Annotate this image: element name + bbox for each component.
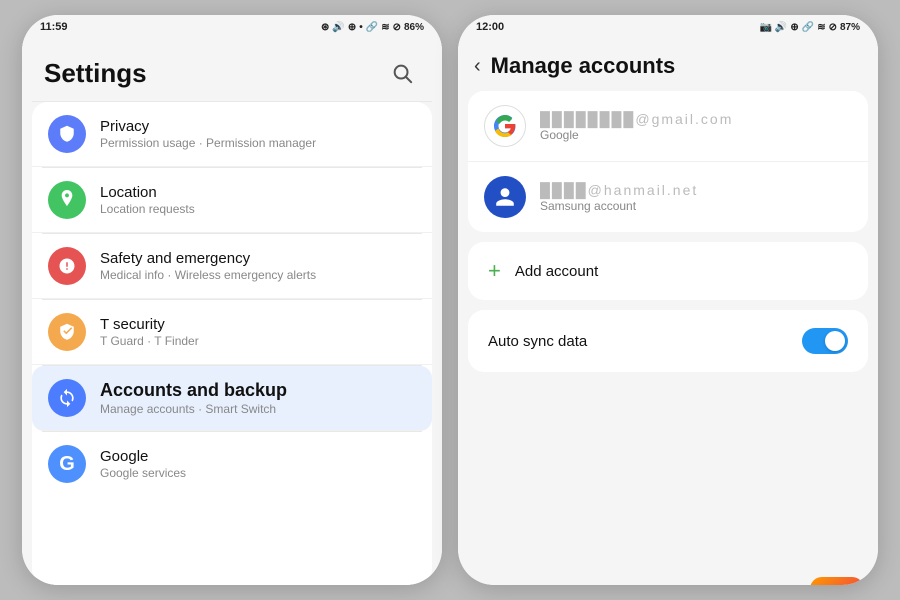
accounts-title: Accounts and backup — [100, 380, 416, 401]
samsung-avatar — [484, 176, 526, 218]
location-text: Location Location requests — [100, 184, 416, 216]
google-settings-icon: G — [48, 445, 86, 483]
settings-item-privacy[interactable]: Privacy Permission usage · Permission ma… — [32, 102, 432, 167]
auto-sync-row: Auto sync data — [468, 310, 868, 372]
plus-icon: + — [488, 258, 501, 284]
gmail-info: ████████@gmail.com Google — [540, 111, 852, 142]
safety-icon — [48, 247, 86, 285]
add-account-label: Add account — [515, 263, 598, 280]
auto-sync-label: Auto sync data — [488, 333, 587, 350]
accounts-icon — [48, 379, 86, 417]
back-button[interactable]: ‹ — [474, 55, 481, 78]
google-logo-icon — [493, 114, 517, 138]
tsecurity-subtitle: T Guard · T Finder — [100, 334, 416, 348]
manage-header: ‹ Manage accounts — [458, 37, 878, 91]
settings-title: Settings — [44, 58, 147, 89]
left-time: 11:59 — [40, 21, 68, 33]
tsecurity-text: T security T Guard · T Finder — [100, 316, 416, 348]
location-title: Location — [100, 184, 416, 201]
gmail-account-item[interactable]: ████████@gmail.com Google — [468, 91, 868, 162]
samsung-person-icon — [494, 186, 516, 208]
right-status-icons: 📷 🔊 ⊕ 🔗 ≋ ⊘ 87% — [759, 22, 860, 33]
settings-item-tsecurity[interactable]: T security T Guard · T Finder — [32, 300, 432, 365]
settings-item-safety[interactable]: Safety and emergency Medical info · Wire… — [32, 234, 432, 299]
privacy-subtitle: Permission usage · Permission manager — [100, 136, 416, 150]
left-status-bar: 11:59 ⊛ 🔊 ⊕ • 🔗 ≋ ⊘ 86% — [22, 15, 442, 37]
google-text: Google Google services — [100, 448, 416, 480]
location-subtitle: Location requests — [100, 202, 416, 216]
right-time: 12:00 — [476, 21, 504, 33]
search-icon — [391, 62, 413, 84]
manage-title: Manage accounts — [491, 53, 676, 79]
privacy-text: Privacy Permission usage · Permission ma… — [100, 118, 416, 150]
google-title: Google — [100, 448, 416, 465]
add-account-button[interactable]: + Add account — [468, 242, 868, 300]
safety-subtitle: Medical info · Wireless emergency alerts — [100, 268, 416, 282]
settings-header: Settings — [22, 37, 442, 101]
left-status-icons: ⊛ 🔊 ⊕ • 🔗 ≋ ⊘ 86% — [321, 22, 424, 33]
right-battery: 87% — [840, 22, 860, 33]
gmail-avatar — [484, 105, 526, 147]
manage-accounts-screen: ‹ Manage accounts ████████@g — [458, 37, 878, 585]
samsung-account-item[interactable]: ████@hanmail.net Samsung account — [468, 162, 868, 232]
auto-sync-toggle[interactable] — [802, 328, 848, 354]
right-phone: 12:00 📷 🔊 ⊕ 🔗 ≋ ⊘ 87% ‹ Manage accounts — [458, 15, 878, 585]
settings-item-google[interactable]: G Google Google services — [32, 432, 432, 496]
privacy-icon — [48, 115, 86, 153]
gmail-type: Google — [540, 128, 852, 142]
settings-screen: Settings Privacy Permis — [22, 37, 442, 585]
accounts-list: ████████@gmail.com Google ████@hanmail.n… — [468, 91, 868, 232]
google-subtitle: Google services — [100, 466, 416, 480]
tsecurity-title: T security — [100, 316, 416, 333]
tool-icon — [810, 577, 864, 585]
samsung-email: ████@hanmail.net — [540, 182, 852, 198]
tsecurity-icon — [48, 313, 86, 351]
safety-title: Safety and emergency — [100, 250, 416, 267]
samsung-type: Samsung account — [540, 199, 852, 213]
left-battery: 86% — [404, 22, 424, 33]
right-status-bar: 12:00 📷 🔊 ⊕ 🔗 ≋ ⊘ 87% — [458, 15, 878, 37]
left-phone: 11:59 ⊛ 🔊 ⊕ • 🔗 ≋ ⊘ 86% Settings — [22, 15, 442, 585]
samsung-info: ████@hanmail.net Samsung account — [540, 182, 852, 213]
location-icon — [48, 181, 86, 219]
settings-item-location[interactable]: Location Location requests — [32, 168, 432, 233]
accounts-subtitle: Manage accounts · Smart Switch — [100, 402, 416, 416]
gmail-email: ████████@gmail.com — [540, 111, 852, 127]
safety-text: Safety and emergency Medical info · Wire… — [100, 250, 416, 282]
search-button[interactable] — [384, 55, 420, 91]
settings-item-accounts[interactable]: Accounts and backup Manage accounts · Sm… — [32, 366, 432, 431]
settings-list: Privacy Permission usage · Permission ma… — [32, 102, 432, 585]
accounts-text: Accounts and backup Manage accounts · Sm… — [100, 380, 416, 416]
privacy-title: Privacy — [100, 118, 416, 135]
app-container: 11:59 ⊛ 🔊 ⊕ • 🔗 ≋ ⊘ 86% Settings — [0, 0, 900, 600]
